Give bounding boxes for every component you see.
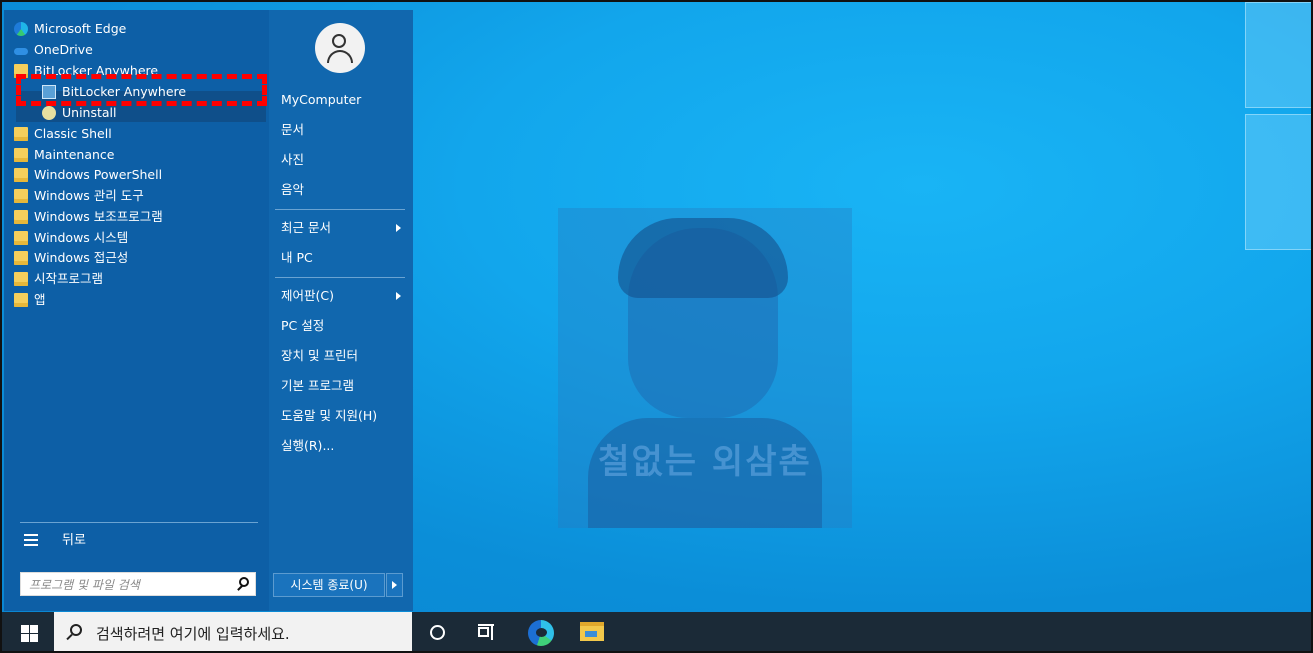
highlight-annotation-box bbox=[16, 74, 267, 106]
program-search-input[interactable] bbox=[27, 575, 231, 595]
place-documents[interactable]: 문서 bbox=[281, 120, 304, 140]
folder-icon bbox=[14, 209, 28, 224]
program-uninstall[interactable]: Uninstall bbox=[42, 103, 117, 123]
back-button[interactable]: 뒤로 bbox=[24, 531, 86, 551]
place-devices-printers[interactable]: 장치 및 프린터 bbox=[281, 346, 358, 366]
place-pc-settings[interactable]: PC 설정 bbox=[281, 316, 324, 336]
program-windows-accessibility[interactable]: Windows 접근성 bbox=[14, 248, 128, 268]
taskbar-search-placeholder: 검색하려면 여기에 입력하세요. bbox=[96, 625, 290, 643]
place-default-programs[interactable]: 기본 프로그램 bbox=[281, 376, 354, 396]
task-view-icon[interactable] bbox=[478, 624, 496, 640]
windows-wallpaper-logo bbox=[1245, 2, 1311, 272]
program-label: Classic Shell bbox=[34, 126, 112, 141]
program-label: Uninstall bbox=[62, 105, 117, 120]
divider bbox=[20, 522, 258, 523]
back-label: 뒤로 bbox=[62, 533, 86, 548]
place-run[interactable]: 실행(R)... bbox=[281, 436, 334, 456]
place-pictures[interactable]: 사진 bbox=[281, 150, 304, 170]
divider bbox=[275, 209, 405, 210]
edge-icon[interactable] bbox=[528, 620, 554, 646]
place-music[interactable]: 음악 bbox=[281, 180, 304, 200]
folder-icon bbox=[14, 188, 28, 203]
program-onedrive[interactable]: OneDrive bbox=[14, 40, 93, 60]
divider bbox=[275, 277, 405, 278]
user-avatar[interactable] bbox=[315, 23, 365, 73]
program-label: Windows PowerShell bbox=[34, 167, 163, 182]
program-startup[interactable]: 시작프로그램 bbox=[14, 269, 103, 289]
submenu-arrow-icon bbox=[396, 224, 401, 232]
program-label: Windows 보조프로그램 bbox=[34, 209, 163, 224]
start-menu: Microsoft Edge OneDrive BitLocker Anywhe… bbox=[4, 10, 413, 611]
program-classic-shell[interactable]: Classic Shell bbox=[14, 124, 112, 144]
start-button[interactable] bbox=[4, 612, 54, 651]
folder-icon bbox=[14, 292, 28, 307]
submenu-arrow-icon bbox=[396, 292, 401, 300]
place-recent-documents[interactable]: 최근 문서 bbox=[281, 218, 331, 238]
taskbar-search-box[interactable]: 검색하려면 여기에 입력하세요. bbox=[54, 612, 412, 651]
onedrive-icon bbox=[14, 43, 28, 57]
place-help-support[interactable]: 도움말 및 지원(H) bbox=[281, 406, 377, 426]
program-label: Windows 관리 도구 bbox=[34, 188, 144, 203]
program-label: Microsoft Edge bbox=[34, 21, 127, 36]
watermark-avatar: 철없는 외삼촌 bbox=[558, 208, 852, 528]
search-icon bbox=[70, 624, 82, 636]
program-label: 시작프로그램 bbox=[34, 271, 104, 286]
folder-icon bbox=[14, 147, 28, 162]
program-microsoft-edge[interactable]: Microsoft Edge bbox=[14, 19, 126, 39]
folder-icon bbox=[14, 230, 28, 245]
shutdown-button[interactable]: 시스템 종료(U) bbox=[273, 573, 385, 597]
folder-icon bbox=[14, 250, 28, 265]
program-label: OneDrive bbox=[34, 42, 93, 57]
watermark-text: 철없는 외삼촌 bbox=[598, 442, 812, 482]
place-this-pc[interactable]: 내 PC bbox=[281, 248, 313, 268]
windows-icon bbox=[21, 625, 29, 633]
program-windows-admin-tools[interactable]: Windows 관리 도구 bbox=[14, 186, 144, 206]
uninstall-icon bbox=[42, 105, 56, 120]
edge-icon bbox=[14, 21, 28, 36]
program-label: 앱 bbox=[34, 292, 46, 307]
folder-icon bbox=[14, 271, 28, 286]
program-label: Windows 접근성 bbox=[34, 250, 129, 265]
taskbar: 검색하려면 여기에 입력하세요. bbox=[2, 612, 1311, 651]
place-control-panel[interactable]: 제어판(C) bbox=[281, 286, 334, 306]
shutdown-options-button[interactable] bbox=[386, 573, 403, 597]
folder-icon bbox=[14, 167, 28, 182]
program-windows-accessories[interactable]: Windows 보조프로그램 bbox=[14, 207, 163, 227]
program-search-box[interactable] bbox=[20, 572, 256, 596]
cortana-icon[interactable] bbox=[430, 625, 445, 640]
screen: 철없는 외삼촌 Microsoft Edge OneDrive BitLocke… bbox=[0, 0, 1313, 653]
search-icon[interactable] bbox=[239, 577, 249, 587]
places-panel: MyComputer 문서 사진 음악 최근 문서 내 PC 제어판(C) PC… bbox=[269, 10, 413, 611]
program-maintenance[interactable]: Maintenance bbox=[14, 145, 115, 165]
place-mycomputer[interactable]: MyComputer bbox=[281, 90, 361, 110]
program-label: Maintenance bbox=[34, 147, 115, 162]
program-apps[interactable]: 앱 bbox=[14, 290, 46, 310]
file-explorer-icon[interactable] bbox=[580, 622, 604, 641]
programs-panel: Microsoft Edge OneDrive BitLocker Anywhe… bbox=[4, 10, 269, 611]
program-label: Windows 시스템 bbox=[34, 230, 129, 245]
folder-icon bbox=[14, 126, 28, 141]
program-windows-powershell[interactable]: Windows PowerShell bbox=[14, 165, 162, 185]
list-icon bbox=[24, 532, 38, 547]
program-windows-system[interactable]: Windows 시스템 bbox=[14, 228, 128, 248]
